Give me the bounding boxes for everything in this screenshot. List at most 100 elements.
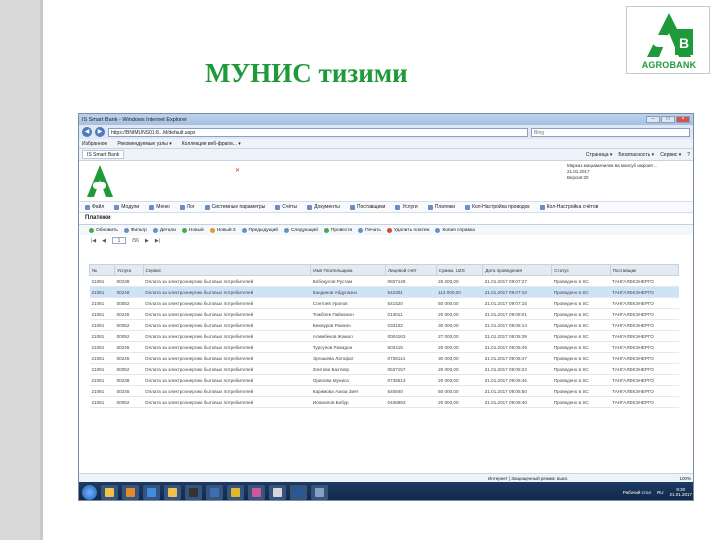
- tray-desktop-label[interactable]: Рабочий стол: [623, 490, 651, 495]
- app-generic-icon[interactable]: [311, 484, 328, 500]
- explorer-icon[interactable]: [164, 484, 181, 500]
- toolbar-button[interactable]: Следующий: [283, 227, 318, 233]
- menu-item[interactable]: Меню: [149, 204, 170, 210]
- app-info-line: Версия:20: [567, 175, 589, 180]
- paint-icon[interactable]: [248, 484, 265, 500]
- table-cell: Оплата за электроэнергию бытовых потреби…: [143, 363, 311, 375]
- favorites-item[interactable]: Рекомендуемые узлы ▾: [117, 141, 171, 147]
- column-header[interactable]: Имя Плательщика: [310, 264, 387, 276]
- table-row[interactable]: 21081 00245 Оплата за электроэнергию бытов…: [89, 341, 679, 353]
- cmd-page[interactable]: Страница ▾: [586, 152, 613, 158]
- toolbar-button[interactable]: Провести: [323, 227, 352, 233]
- toolbar-button[interactable]: Детали: [152, 227, 176, 233]
- favorites-item[interactable]: Коллекция веб-фрагм... ▾: [182, 141, 241, 147]
- menu-item[interactable]: Кол-Настройка проводок: [465, 204, 530, 210]
- table-cell: 20 000,00: [436, 341, 483, 353]
- taskbar: Рабочий стол RU 9:30 21.01.2017: [79, 482, 693, 500]
- clock[interactable]: 9:30 21.01.2017: [669, 487, 692, 497]
- menu-item[interactable]: Платежи: [427, 204, 455, 210]
- toolbar-button[interactable]: Удалить платеж: [386, 227, 429, 233]
- menu-item[interactable]: Поставщики: [349, 204, 385, 210]
- toolbar-button[interactable]: Обновить: [89, 227, 118, 233]
- table-row[interactable]: 21081 00052 Оплата за электроэнергию бытов…: [89, 363, 679, 375]
- toolbar-button[interactable]: Предыдущий: [241, 227, 278, 233]
- page-input[interactable]: 1: [112, 237, 127, 244]
- cmd-security[interactable]: Безопасность ▾: [618, 152, 654, 158]
- table-row[interactable]: 21081 00052 Оплата за электроэнергию бытов…: [89, 396, 679, 408]
- table-cell: 50 000,00: [436, 297, 483, 309]
- table-cell: 013011: [385, 308, 437, 320]
- media-player-icon[interactable]: [122, 484, 139, 500]
- table-cell: Проведено в SC: [551, 286, 611, 298]
- close-window-button[interactable]: ×: [676, 116, 690, 123]
- table-row[interactable]: 21081 00052 Оплата за электроэнергию бытов…: [89, 330, 679, 342]
- table-row[interactable]: 21081 00245 Оплата за электроэнергию бытов…: [89, 385, 679, 397]
- toolbar-button-label: Обновить: [96, 227, 118, 233]
- menu-item[interactable]: Кол-Настройка счётов: [539, 204, 598, 210]
- column-header[interactable]: Поставщик: [609, 264, 680, 276]
- address-input[interactable]: https://BNIMUNS01:8...M/default.aspx: [108, 127, 528, 137]
- menu-item[interactable]: Документы: [307, 204, 340, 210]
- account-setup-icon: [539, 204, 545, 210]
- menu-item[interactable]: Модули: [114, 204, 139, 210]
- toolbar-button[interactable]: Фильтр: [123, 227, 147, 233]
- table-row[interactable]: 21081 00238 Оплата за электроэнергию бытов…: [89, 374, 679, 386]
- zoom-level[interactable]: 100%: [679, 476, 691, 481]
- slide-left-bar: [0, 0, 40, 540]
- table-row[interactable]: 21081 00245 Оплата за электроэнергию бытов…: [89, 352, 679, 364]
- calculator-icon[interactable]: [206, 484, 223, 500]
- menu-item[interactable]: Услуги: [395, 204, 418, 210]
- table-row[interactable]: 21081 00052 Оплата за электроэнергию бытов…: [89, 319, 679, 331]
- table-row[interactable]: 21081 00245 Оплата за электроэнергию бытов…: [89, 308, 679, 320]
- table-cell: ТАНГАЛЕКЭНЕРГО: [610, 286, 679, 298]
- toolbar-button[interactable]: Новый: [181, 227, 204, 233]
- forward-button[interactable]: ▶: [95, 127, 105, 137]
- last-page-button[interactable]: ▶|: [155, 238, 160, 244]
- word-icon[interactable]: [290, 484, 307, 500]
- favorites-bar: Избранное Рекомендуемые узлы ▾ Коллекция…: [79, 139, 693, 149]
- search-input[interactable]: Bing: [531, 127, 690, 137]
- close-icon[interactable]: ✕: [235, 167, 240, 174]
- table-cell: Исмоилов Бобур: [310, 396, 386, 408]
- toolbar-button[interactable]: Новый 3: [209, 227, 236, 233]
- column-header[interactable]: Сервис: [142, 264, 312, 276]
- column-header[interactable]: Дата проведения: [482, 264, 553, 276]
- table-row[interactable]: 21081 00052 Оплата за электроэнергию бытов…: [89, 297, 679, 309]
- menu-item[interactable]: Системные параметры: [204, 204, 265, 210]
- menu-item[interactable]: Счёты: [275, 204, 297, 210]
- chrome-icon[interactable]: [227, 484, 244, 500]
- browser-tab[interactable]: IS Smart Bank: [82, 150, 125, 159]
- column-header[interactable]: Лицевой счёт: [385, 264, 437, 276]
- next-page-button[interactable]: ▶: [145, 238, 149, 244]
- table-cell: 30 000,00: [436, 352, 483, 364]
- first-page-button[interactable]: |◀: [91, 238, 96, 244]
- toolbar-button[interactable]: Печать: [358, 227, 381, 233]
- toolbar-button[interactable]: Копия справка: [435, 227, 475, 233]
- menu-item[interactable]: Лог: [179, 204, 195, 210]
- table-row[interactable]: 21081 00238 Оплата за электроэнергию бытов…: [89, 275, 679, 287]
- back-button[interactable]: ◀: [82, 127, 92, 137]
- favorites-item[interactable]: Избранное: [82, 141, 107, 147]
- ie-browser-icon[interactable]: [143, 484, 160, 500]
- notes-icon[interactable]: [269, 484, 286, 500]
- column-header[interactable]: Услуга: [114, 264, 144, 276]
- table-row[interactable]: 21081 00248 Оплата за электроэнергию бытов…: [89, 286, 679, 298]
- column-header[interactable]: №: [88, 264, 116, 276]
- status-text: Интернет | Защищенный режим: выкл.: [488, 475, 569, 481]
- table-cell: Проведено в SC: [551, 363, 611, 375]
- column-header[interactable]: Статус: [551, 264, 611, 276]
- table-cell: Оплата за электроэнергию бытовых потреби…: [143, 374, 311, 386]
- start-button[interactable]: [82, 484, 97, 500]
- language-indicator[interactable]: RU: [657, 490, 664, 495]
- folder-icon[interactable]: [101, 484, 118, 500]
- minimize-button[interactable]: –: [646, 116, 660, 123]
- cmd-tools[interactable]: Сервис ▾: [660, 152, 681, 158]
- maximize-button[interactable]: □: [661, 116, 675, 123]
- cmd-help[interactable]: ?: [687, 152, 690, 158]
- table-cell: 21.01.2017 09:05:22: [482, 363, 552, 375]
- menu-item[interactable]: Файл: [85, 204, 104, 210]
- app-r-icon[interactable]: [185, 484, 202, 500]
- prev-icon: [241, 227, 247, 233]
- column-header[interactable]: Сумма, UZS: [435, 264, 484, 276]
- prev-page-button[interactable]: ◀: [102, 238, 106, 244]
